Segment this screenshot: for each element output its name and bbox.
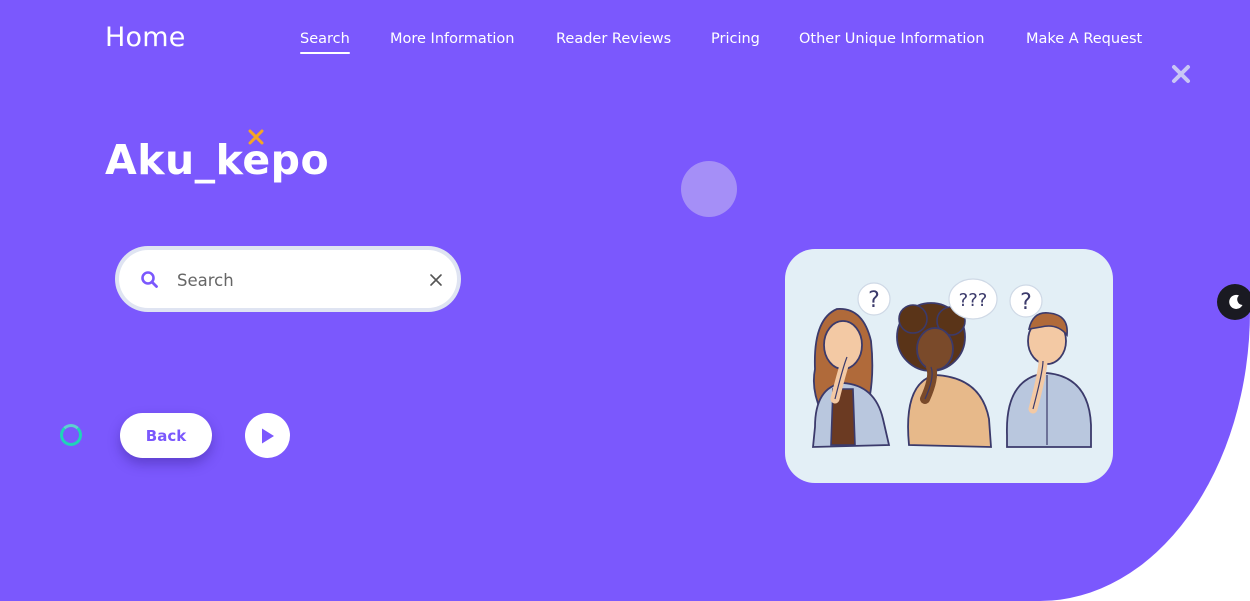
search-input[interactable] [175,264,409,296]
illustration-mark: ? [1020,290,1032,315]
search-bar [115,246,461,312]
close-icon[interactable] [1169,62,1193,86]
loading-spinner [60,424,82,446]
back-button[interactable]: Back [120,413,212,458]
clear-icon[interactable] [428,272,444,288]
theme-toggle[interactable] [1217,284,1250,320]
search-field [119,250,457,308]
moon-icon [1229,294,1243,309]
play-icon [262,428,274,444]
search-icon[interactable] [140,270,160,290]
decorative-circle [681,161,737,217]
home-link[interactable]: Home [105,22,186,53]
hero-section: Home Search More Information Reader Revi… [0,0,1250,601]
nav-item-search[interactable]: Search [300,31,350,54]
illustration-mark: ??? [959,290,988,311]
site-logo: Aku_kepo [105,136,330,184]
nav-item-pricing[interactable]: Pricing [711,31,760,47]
confused-people-illustration: ? ??? ? [812,278,1092,448]
star-icon [247,128,265,146]
nav-item-make-a-request[interactable]: Make A Request [1026,31,1142,47]
illustration-mark: ? [868,288,880,313]
nav-item-reader-reviews[interactable]: Reader Reviews [556,31,671,47]
nav-item-more-information[interactable]: More Information [390,31,515,47]
illustration-card: ? ??? ? [785,249,1113,483]
nav-item-other-unique-information[interactable]: Other Unique Information [799,31,984,47]
play-button[interactable] [245,413,290,458]
